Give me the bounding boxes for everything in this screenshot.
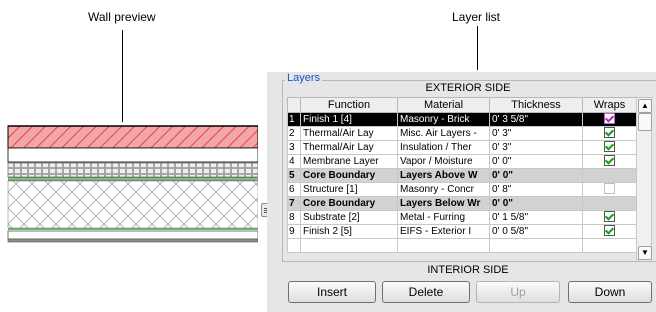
material-cell[interactable]: Masonry - Concr (397, 182, 490, 197)
material-cell[interactable]: Vapor / Moisture (397, 154, 490, 169)
callout-line-layer-list (477, 26, 478, 70)
function-cell[interactable]: Structure [1] (300, 182, 398, 197)
empty-row (287, 238, 637, 253)
down-button[interactable]: Down (568, 281, 652, 303)
column-header-function[interactable]: Function (300, 97, 398, 113)
thickness-cell[interactable]: 0' 0" (489, 196, 583, 211)
thickness-cell[interactable]: 0' 3 5/8" (489, 112, 583, 127)
column-header-material[interactable]: Material (397, 97, 490, 113)
wraps-cell (582, 112, 637, 127)
furring-layer (7, 230, 258, 240)
row-number-cell: 6 (287, 182, 301, 197)
wraps-cell (582, 210, 637, 225)
function-cell[interactable]: Thermal/Air Lay (300, 140, 398, 155)
wraps-cell (582, 168, 637, 183)
table-row[interactable]: 5 Core Boundary Layers Above W 0' 0" (287, 168, 637, 183)
column-header-thickness[interactable]: Thickness (489, 97, 583, 113)
delete-button[interactable]: Delete (382, 281, 470, 303)
function-cell[interactable]: Membrane Layer (300, 154, 398, 169)
row-number-cell: 2 (287, 126, 301, 141)
material-cell[interactable]: Layers Above W (397, 168, 490, 183)
function-cell[interactable]: Thermal/Air Lay (300, 126, 398, 141)
wall-preview (7, 125, 258, 243)
layers-group-title: Layers (285, 72, 323, 84)
brick-layer (7, 125, 258, 149)
table-row[interactable]: 7 Core Boundary Layers Below Wr 0' 0" (287, 196, 637, 211)
table-header-row: Function Material Thickness Wraps (287, 97, 637, 113)
table-row[interactable]: 9 Finish 2 [5] EIFS - Exterior I 0' 0 5/8" (287, 224, 637, 239)
wraps-checkbox[interactable] (604, 155, 615, 167)
table-row[interactable]: 2 Thermal/Air Lay Misc. Air Layers -0' 3" (287, 126, 637, 141)
wraps-checkbox[interactable] (604, 183, 615, 195)
finish-layer (7, 238, 258, 243)
thickness-cell[interactable]: 0' 1 5/8" (489, 210, 583, 225)
row-number-cell: 5 (287, 168, 301, 183)
function-cell[interactable]: Finish 2 [5] (300, 224, 398, 239)
table-row[interactable]: 4 Membrane Layer Vapor / Moisture 0' 0" (287, 154, 637, 169)
wraps-checkbox[interactable] (604, 113, 615, 125)
thickness-cell[interactable]: 0' 3" (489, 126, 583, 141)
wraps-checkbox[interactable] (604, 127, 615, 139)
table-row[interactable]: 1 Finish 1 [4] Masonry - Brick 0' 3 5/8" (287, 112, 637, 127)
insert-button[interactable]: Insert (288, 281, 376, 303)
wraps-checkbox[interactable] (604, 211, 615, 223)
callout-wall-preview: Wall preview (88, 10, 156, 24)
scroll-thumb[interactable] (638, 113, 652, 131)
scroll-down-icon[interactable]: ▼ (638, 246, 652, 260)
layers-table: Function Material Thickness Wraps 1 Finis… (287, 97, 637, 253)
scroll-up-icon[interactable]: ▲ (638, 99, 652, 113)
row-number-cell: 7 (287, 196, 301, 211)
interior-side-label: INTERIOR SIDE (427, 264, 509, 276)
exterior-side-label: EXTERIOR SIDE (425, 82, 511, 94)
thickness-cell[interactable]: 0' 8" (489, 182, 583, 197)
function-cell[interactable]: Finish 1 [4] (300, 112, 398, 127)
material-cell[interactable]: Masonry - Brick (397, 112, 490, 127)
row-number-cell: 1 (287, 112, 301, 127)
function-cell[interactable]: Substrate [2] (300, 210, 398, 225)
air-space-layer (7, 147, 258, 163)
wraps-cell (582, 154, 637, 169)
wraps-cell (582, 126, 637, 141)
material-cell[interactable]: Metal - Furring (397, 210, 490, 225)
table-scrollbar[interactable]: ▲ ▼ (636, 97, 652, 260)
row-number-cell: 3 (287, 140, 301, 155)
row-number-cell: 4 (287, 154, 301, 169)
thickness-cell[interactable]: 0' 0" (489, 168, 583, 183)
callout-line-wall-preview (122, 30, 123, 122)
empty-cell (582, 238, 637, 253)
concrete-layer (7, 180, 258, 229)
column-header-wraps[interactable]: Wraps (582, 97, 637, 113)
empty-cell (397, 238, 490, 253)
thickness-cell[interactable]: 0' 3" (489, 140, 583, 155)
thickness-cell[interactable]: 0' 0 5/8" (489, 224, 583, 239)
table-row[interactable]: 8 Substrate [2] Metal - Furring 0' 1 5/8" (287, 210, 637, 225)
column-header-number (287, 97, 301, 113)
row-number-cell: 9 (287, 224, 301, 239)
material-cell[interactable]: Layers Below Wr (397, 196, 490, 211)
callout-layer-list: Layer list (452, 10, 501, 24)
empty-cell (489, 238, 583, 253)
wraps-cell (582, 182, 637, 197)
function-cell[interactable]: Core Boundary (300, 168, 398, 183)
table-row[interactable]: 3 Thermal/Air Lay Insulation / Ther 0' 3" (287, 140, 637, 155)
row-number-cell: 8 (287, 210, 301, 225)
material-cell[interactable]: Insulation / Ther (397, 140, 490, 155)
empty-cell (300, 238, 398, 253)
up-button[interactable]: Up (476, 281, 560, 303)
wraps-checkbox[interactable] (604, 225, 615, 237)
wraps-checkbox[interactable] (604, 141, 615, 153)
wraps-cell (582, 196, 637, 211)
wraps-cell (582, 224, 637, 239)
material-cell[interactable]: Misc. Air Layers - (397, 126, 490, 141)
table-row[interactable]: 6 Structure [1] Masonry - Concr 0' 8" (287, 182, 637, 197)
function-cell[interactable]: Core Boundary (300, 196, 398, 211)
insulation-layer (7, 162, 258, 178)
thickness-cell[interactable]: 0' 0" (489, 154, 583, 169)
empty-cell (287, 238, 301, 253)
wraps-cell (582, 140, 637, 155)
material-cell[interactable]: EIFS - Exterior I (397, 224, 490, 239)
